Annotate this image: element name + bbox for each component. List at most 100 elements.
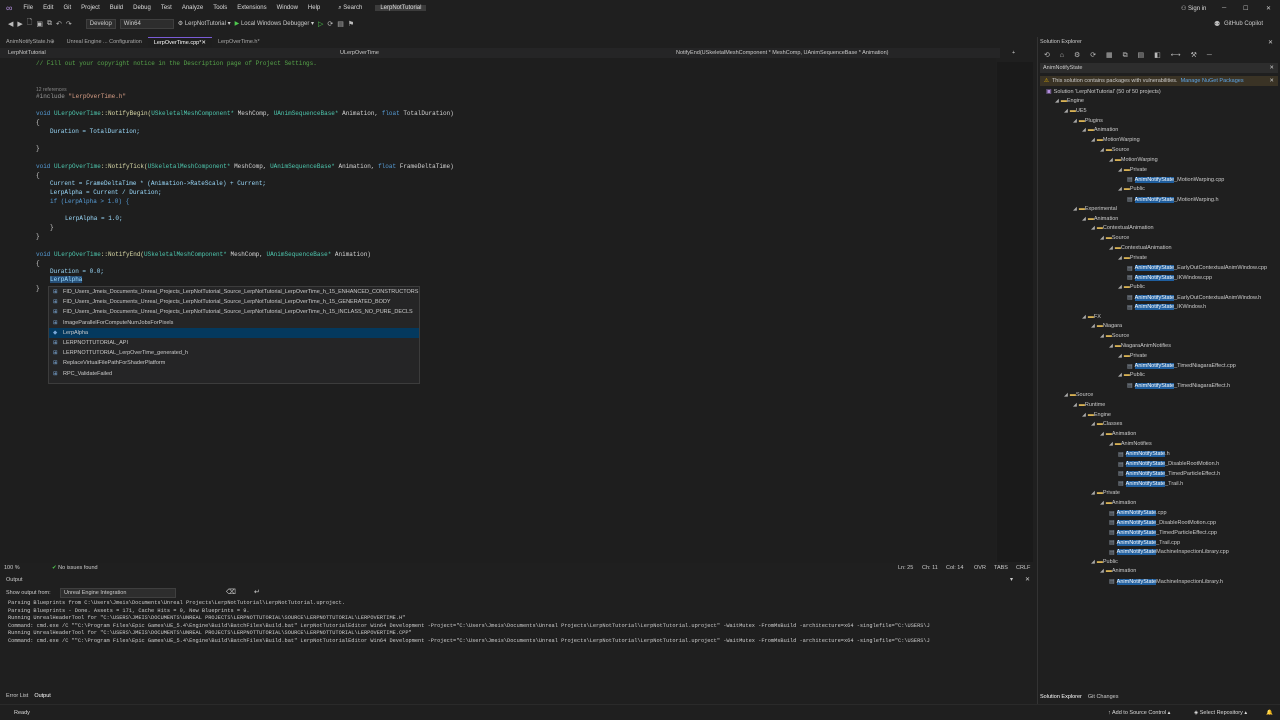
tree-folder[interactable]: ◢ ▬ Animation	[1082, 216, 1118, 222]
menu-help[interactable]: Help	[303, 5, 325, 11]
tree-folder[interactable]: ◢ ▬ Public	[1118, 284, 1145, 290]
expand-arrow-icon[interactable]: ◢	[1073, 118, 1077, 124]
expand-arrow-icon[interactable]: ◢	[1082, 216, 1086, 222]
close-window-button[interactable]: ✕	[1266, 5, 1271, 12]
tree-file[interactable]: ▤ AnimNotifyState _EarlyOutContextualAnimW…	[1127, 265, 1267, 272]
tree-folder[interactable]: ◢ ▬ Animation	[1082, 127, 1118, 133]
close-icon[interactable]: ✕	[201, 40, 206, 46]
expand-arrow-icon[interactable]: ◢	[1091, 225, 1095, 231]
tree-folder[interactable]: ◢ ▬ Animation	[1100, 431, 1136, 437]
expand-arrow-icon[interactable]: ◢	[1100, 568, 1104, 574]
tab-lerpovertime-cpp[interactable]: LerpOverTime.cpp* ✕	[147, 37, 212, 47]
start-debugger-button[interactable]: ▶ Local Windows Debugger ▾	[235, 20, 314, 27]
back-icon[interactable]: ◀	[8, 20, 13, 28]
redo-icon[interactable]: ↷	[66, 20, 72, 28]
tree-folder[interactable]: ◢ ▬ AnimNotifies	[1109, 441, 1152, 447]
maximize-button[interactable]: ☐	[1243, 5, 1248, 12]
clear-output-icon[interactable]: ⌫	[226, 588, 236, 596]
clear-search-icon[interactable]: ✕	[1269, 65, 1274, 71]
output-source-dropdown[interactable]: Unreal Engine Integration	[60, 588, 176, 598]
completion-item[interactable]: ⊞ RPC_ValidateFailed	[49, 369, 419, 379]
project-scope-dropdown[interactable]: LerpNotTutorial	[8, 50, 46, 56]
tree-file[interactable]: ▤ AnimNotifyState _TimedParticleEffect.cpp	[1109, 529, 1217, 536]
expand-arrow-icon[interactable]: ◢	[1118, 284, 1122, 290]
menu-project[interactable]: Project	[76, 5, 105, 11]
copilot-icon[interactable]: ⚉	[1214, 20, 1220, 28]
tree-folder[interactable]: ◢ ▬ Animation	[1100, 500, 1136, 506]
word-wrap-icon[interactable]: ↵	[254, 588, 260, 596]
tree-file[interactable]: ▤ AnimNotifyState _EarlyOutContextualAnimW…	[1127, 294, 1261, 301]
startup-project-dropdown[interactable]: ⚙ LerpNotTutorial ▾	[178, 20, 231, 27]
completion-item[interactable]: ⊞ FID_Users_Jmeis_Documents_Unreal_Projec…	[49, 297, 419, 307]
menu-file[interactable]: File	[18, 5, 38, 11]
tree-folder[interactable]: ◢ ▬ Niagara	[1091, 323, 1122, 329]
solution-node[interactable]: ▣ Solution 'LerpNotTutorial' (50 of 50 pr…	[1046, 88, 1161, 96]
expand-arrow-icon[interactable]: ◢	[1064, 108, 1068, 114]
expand-arrow-icon[interactable]: ◢	[1109, 245, 1113, 251]
pin-icon[interactable]: ⊕	[50, 39, 55, 45]
copilot-button[interactable]: GitHub Copilot	[1224, 21, 1263, 27]
tree-file[interactable]: ▤ AnimNotifyState MachineInspectionLibrary…	[1109, 578, 1223, 585]
tree-file[interactable]: ▤ AnimNotifyState _TimedNiagaraEffect.cpp	[1127, 363, 1236, 370]
zoom-level[interactable]: 100 %	[4, 565, 20, 571]
manage-nuget-link[interactable]: Manage NuGet Packages	[1181, 78, 1244, 84]
tree-folder[interactable]: ◢ ▬ Private	[1118, 353, 1147, 359]
menu-build[interactable]: Build	[105, 5, 128, 11]
config-dropdown[interactable]: Develop	[85, 18, 116, 29]
expand-arrow-icon[interactable]: ◢	[1118, 255, 1122, 261]
ovr-indicator[interactable]: OVR	[974, 565, 986, 571]
tab-animnotifystate-h[interactable]: AnimNotifyState.h ⊕	[0, 37, 61, 47]
layout-icon[interactable]: ▤	[337, 20, 344, 28]
expand-arrow-icon[interactable]: ◢	[1091, 137, 1095, 143]
tree-folder[interactable]: ◢ ▬ Animation	[1100, 568, 1136, 574]
tree-folder[interactable]: ◢ ▬ Source	[1100, 235, 1129, 241]
platform-dropdown[interactable]: Win64	[119, 18, 174, 29]
tree-folder[interactable]: ◢ ▬ Public	[1091, 559, 1118, 565]
tree-folder[interactable]: ◢ ▬ Private	[1118, 255, 1147, 261]
completion-item[interactable]: ◆ LerpAlpha	[49, 327, 419, 338]
menu-debug[interactable]: Debug	[128, 5, 156, 11]
expand-arrow-icon[interactable]: ◢	[1109, 441, 1113, 447]
completion-item[interactable]: ⊞ ReplaceVirtualFilePathForShaderPlatform	[49, 358, 419, 368]
tree-folder[interactable]: ◢ ▬ Public	[1118, 186, 1145, 192]
tree-file[interactable]: ▤ AnimNotifyState _DisableRootMotion.h	[1118, 461, 1219, 468]
tree-folder[interactable]: ◢ ▬ Source	[1064, 392, 1093, 398]
hot-reload-icon[interactable]: ⟳	[327, 20, 333, 28]
expand-arrow-icon[interactable]: ◢	[1118, 167, 1122, 173]
tree-folder[interactable]: ◢ ▬ Runtime	[1073, 402, 1105, 408]
menu-edit[interactable]: Edit	[38, 5, 58, 11]
menu-analyze[interactable]: Analyze	[177, 5, 208, 11]
vs-logo-icon[interactable]: ∞	[0, 3, 18, 13]
expand-arrow-icon[interactable]: ◢	[1118, 353, 1122, 359]
tree-folder[interactable]: ◢ ▬ Source	[1100, 147, 1129, 153]
member-scope-dropdown[interactable]: NotifyEnd(USkeletalMeshComponent * MeshC…	[676, 50, 888, 56]
select-repository[interactable]: ◈ Select Repository ▴	[1194, 710, 1247, 716]
tree-folder[interactable]: ◢ ▬ NiagaraAnimNotifies	[1109, 343, 1171, 349]
tab-ue-configuration[interactable]: Unreal Engine ... Configuration	[61, 37, 148, 47]
tree-folder[interactable]: ◢ ▬ Private	[1091, 490, 1120, 496]
expand-arrow-icon[interactable]: ◢	[1109, 343, 1113, 349]
completion-item[interactable]: ⊞ ImageParallelForComputeNumJobsForPixels	[49, 318, 419, 328]
tab-lerpovertime-h[interactable]: LerpOverTime.h*	[212, 37, 266, 47]
tree-folder[interactable]: ◢ ▬ Engine	[1082, 412, 1111, 418]
expand-arrow-icon[interactable]: ◢	[1082, 412, 1086, 418]
completion-item[interactable]: ⊞ LERPNOTTUTORIAL_API	[49, 338, 419, 348]
tree-folder[interactable]: ◢ ▬ ContextualAnimation	[1091, 225, 1154, 231]
tree-folder[interactable]: ◢ ▬ Plugins	[1073, 118, 1103, 124]
tree-file[interactable]: ▤ AnimNotifyState _IKWindow.h	[1127, 304, 1206, 311]
sign-in-button[interactable]: ⚇ Sign in	[1176, 5, 1211, 12]
code-minimap[interactable]	[997, 62, 1033, 562]
menu-git[interactable]: Git	[58, 5, 76, 11]
tree-folder[interactable]: ◢ ▬ Private	[1118, 167, 1147, 173]
completion-item[interactable]: ⊞ FID_Users_Jmeis_Documents_Unreal_Projec…	[49, 287, 419, 297]
tree-file[interactable]: ▤ AnimNotifyState .h	[1118, 451, 1170, 458]
new-file-icon[interactable]: 🗋	[27, 18, 33, 29]
tree-folder[interactable]: ◢ ▬ MotionWarping	[1109, 157, 1158, 163]
expand-arrow-icon[interactable]: ◢	[1091, 421, 1095, 427]
start-without-debug-icon[interactable]: ▷	[318, 20, 323, 28]
tree-folder[interactable]: ◢ ▬ FX	[1082, 314, 1101, 320]
expand-arrow-icon[interactable]: ◢	[1109, 157, 1113, 163]
tree-file[interactable]: ▤ AnimNotifyState _Trail.cpp	[1109, 539, 1180, 546]
editor-scrollbar[interactable]	[988, 58, 996, 563]
tab-error-list[interactable]: Error List	[6, 693, 28, 703]
